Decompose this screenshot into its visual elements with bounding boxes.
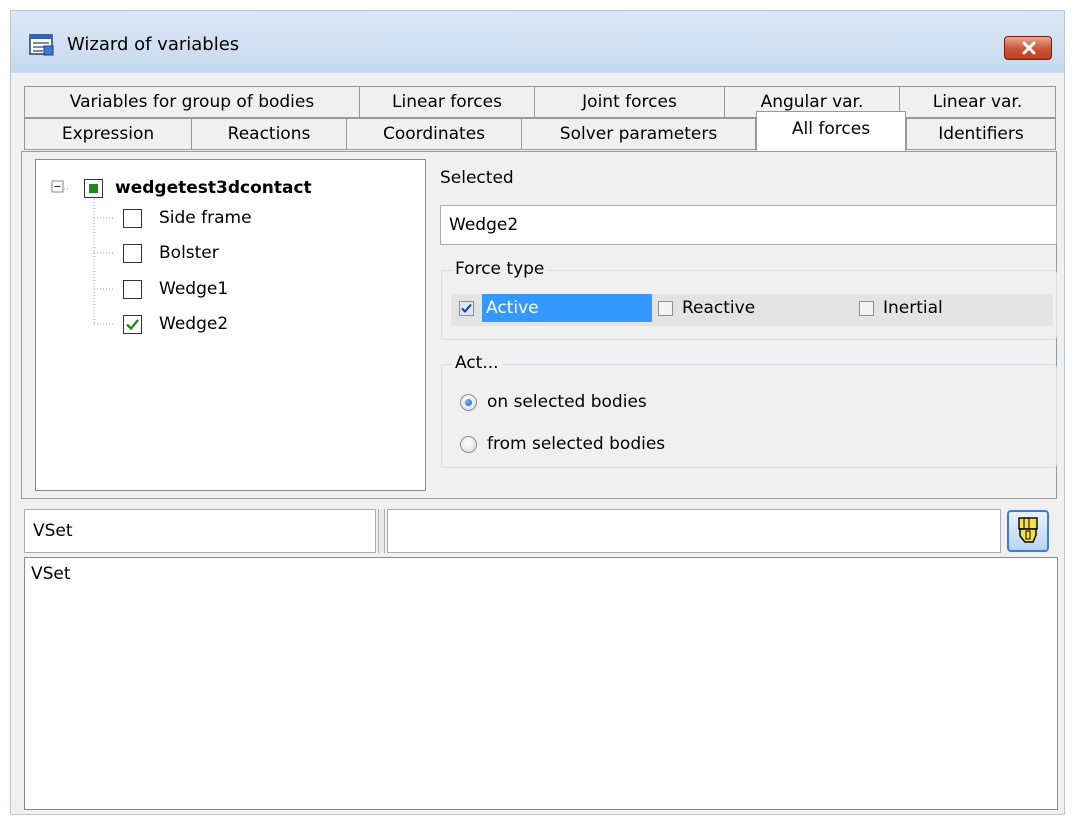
tab-joint-forces[interactable]: Joint forces [534,86,725,118]
hand-pointer-icon [1018,517,1038,543]
close-icon [1022,41,1036,55]
title-bar: Wizard of variables [11,11,1064,73]
force-type-legend: Force type [452,259,548,279]
collapse-icon[interactable] [50,179,65,194]
tab-all-forces[interactable]: All forces [756,111,906,151]
root-checkbox[interactable] [84,179,103,198]
tree-item-wedge2[interactable]: Wedge2 [159,311,228,337]
app-icon [29,33,55,57]
checkbox-bolster[interactable] [123,244,142,263]
tree-item-bolster[interactable]: Bolster [159,240,219,266]
force-type-inertial-label[interactable]: Inertial [883,295,943,321]
radio-on-selected-bodies-label[interactable]: on selected bodies [487,389,647,415]
all-forces-panel: wedgetest3dcontact Side frame Bolster We… [21,151,1057,499]
tree-item-wedge1[interactable]: Wedge1 [159,276,228,302]
tab-expression[interactable]: Expression [24,118,192,150]
checkbox-reactive[interactable] [658,301,673,316]
radio-on-selected-bodies[interactable] [460,394,477,411]
window-title: Wizard of variables [67,34,240,55]
body-tree[interactable]: wedgetest3dcontact Side frame Bolster We… [35,159,426,491]
tab-linear-var[interactable]: Linear var. [899,86,1056,118]
act-legend: Act... [452,353,502,373]
pick-button[interactable] [1007,510,1049,552]
tab-strip: Variables for group of bodies Linear for… [11,73,1064,151]
output-text: VSet [31,564,71,584]
selected-label: Selected [440,168,514,188]
splitter[interactable] [378,509,385,553]
expression-field[interactable] [387,509,1001,553]
radio-from-selected-bodies[interactable] [460,436,477,453]
tab-identifiers[interactable]: Identifiers [906,118,1056,150]
checkbox-wedge1[interactable] [123,280,142,299]
tree-item-side-frame[interactable]: Side frame [159,205,252,231]
check-icon [126,319,139,331]
checkbox-inertial[interactable] [859,301,874,316]
variable-name-field[interactable]: VSet [24,509,376,553]
tab-solver-parameters[interactable]: Solver parameters [521,118,756,150]
tab-linear-forces[interactable]: Linear forces [359,86,535,118]
radio-from-selected-bodies-label[interactable]: from selected bodies [487,431,665,457]
tab-reactions[interactable]: Reactions [191,118,347,150]
wizard-window: Wizard of variables Variables for group … [10,10,1065,815]
check-icon [461,303,472,313]
checkbox-active[interactable] [459,301,474,316]
act-group: Act... on selected bodies from selected … [441,353,1057,468]
checkbox-wedge2[interactable] [123,315,142,334]
tab-variables-for-group-of-bodies[interactable]: Variables for group of bodies [24,86,360,118]
output-text-area[interactable]: VSet [24,557,1058,810]
force-type-active-label[interactable]: Active [486,295,539,321]
force-type-reactive-label[interactable]: Reactive [682,295,755,321]
selected-field[interactable]: Wedge2 [440,205,1057,245]
force-type-group: Force type Active Reactive Inertial [441,259,1057,340]
tree-root-label[interactable]: wedgetest3dcontact [115,175,312,201]
close-button[interactable] [1004,36,1052,60]
tab-coordinates[interactable]: Coordinates [346,118,522,150]
checkbox-side-frame[interactable] [123,209,142,228]
